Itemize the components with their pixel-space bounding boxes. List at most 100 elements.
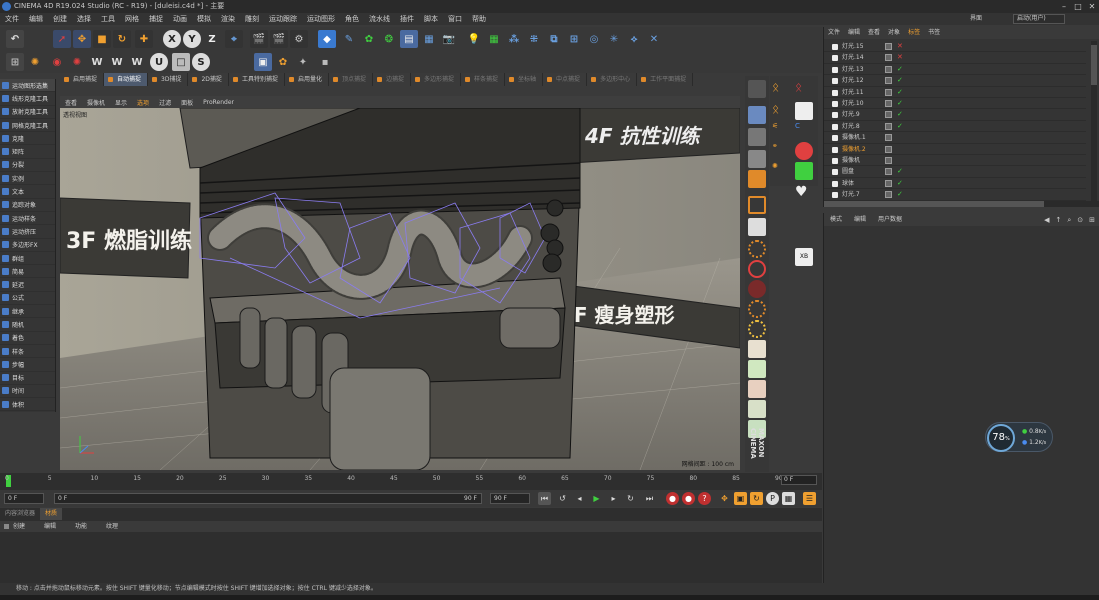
prev-key-icon[interactable]: ↺	[556, 492, 569, 505]
material-menu-item[interactable]: 功能	[62, 521, 93, 532]
menu-item[interactable]: 模拟	[192, 13, 216, 25]
polygons-mode-icon[interactable]: ✺	[68, 53, 86, 71]
object-row[interactable]: 灯光.14 ✕	[824, 52, 1086, 64]
timeline-ruler[interactable]: 0 5 10 15 20 25 30 35 40 45 50 55 60 65 70 75 80 85 90 0 F	[0, 473, 822, 490]
enable-status[interactable]: ✓	[897, 121, 903, 132]
snap-tab[interactable]: 边捕捉	[373, 73, 411, 86]
menu-item[interactable]: 渲染	[216, 13, 240, 25]
maximize-button[interactable]: □	[1071, 0, 1085, 13]
next-key-icon[interactable]: ↻	[624, 492, 637, 505]
record-icon[interactable]: ●	[666, 492, 679, 505]
minimize-button[interactable]: –	[1057, 0, 1071, 13]
play-icon[interactable]: ▶	[590, 492, 603, 505]
menu-item[interactable]: 捕捉	[144, 13, 168, 25]
go-to-start-icon[interactable]: ⏮	[538, 492, 551, 505]
material-menu-item[interactable]: 编辑	[31, 521, 62, 532]
deformer-icon[interactable]: ▤	[400, 30, 418, 48]
snap-tab[interactable]: 自动捕捉	[104, 73, 149, 86]
object-menu-item[interactable]: 对象	[884, 27, 904, 39]
object-row[interactable]: 摄像机.1	[824, 132, 1086, 144]
mograph-item[interactable]: 运动挤压	[0, 225, 55, 239]
bones-icon[interactable]: ⚟	[772, 122, 790, 140]
object-menu-item[interactable]: 编辑	[844, 27, 864, 39]
add-icon[interactable]: ✚	[135, 30, 153, 48]
object-row[interactable]: 灯光.8 ✓	[824, 121, 1086, 133]
perspective-viewport[interactable]: 3F 燃脂训练 4F 抗性训练 2F 瘦身塑形 透视视图 网格间距: 100 …	[60, 108, 740, 470]
menu-item[interactable]: 雕刻	[240, 13, 264, 25]
heart-icon[interactable]: ♥	[795, 184, 813, 202]
material-tab[interactable]: 材质	[40, 508, 63, 520]
visibility-toggle[interactable]	[885, 100, 892, 107]
mograph-item[interactable]: 着色	[0, 332, 55, 345]
timeline-window-icon[interactable]: ☰	[803, 492, 816, 505]
cube-light-icon[interactable]	[748, 150, 766, 168]
figure-orange-icon[interactable]: ᛟ	[772, 80, 790, 98]
enable-status[interactable]: ✕	[897, 41, 903, 52]
matrix-icon[interactable]: ⊞	[565, 30, 583, 48]
render-view-icon[interactable]: 🎬	[250, 30, 268, 48]
spline-pen-icon[interactable]: ✎	[340, 30, 358, 48]
object-row[interactable]: 灯光.15 ✕	[824, 41, 1086, 53]
panel-red-icon[interactable]	[748, 380, 766, 398]
mograph-item[interactable]: 样条	[0, 345, 55, 359]
menu-item[interactable]: 帮助	[467, 13, 491, 25]
sphere-red-icon[interactable]	[748, 280, 766, 298]
voronoi-icon[interactable]: ⟡	[625, 30, 643, 48]
key-param-icon[interactable]: P	[766, 492, 779, 505]
figure-yellow-icon[interactable]: ᛟ	[772, 102, 790, 120]
close-button[interactable]: ✕	[1085, 0, 1099, 13]
menu-item[interactable]: 运动图形	[302, 13, 340, 25]
visibility-toggle[interactable]	[885, 179, 892, 187]
back-arrow-icon[interactable]: ◀	[1044, 216, 1049, 225]
rotate-icon[interactable]: ↻	[113, 30, 131, 48]
up-arrow-icon[interactable]: ↑	[1055, 216, 1061, 225]
viewport-menu-item[interactable]: 面板	[176, 98, 198, 107]
object-menu-item[interactable]: 查看	[864, 27, 884, 39]
menu-item[interactable]: 文件	[0, 13, 24, 25]
figure-red-icon[interactable]: ᛟ	[795, 80, 813, 98]
mograph-item[interactable]: 步幅	[0, 358, 55, 372]
visibility-toggle[interactable]	[885, 77, 892, 85]
attribute-menu-item[interactable]: 用户数据	[872, 213, 908, 226]
camera-icon[interactable]: 📷	[440, 30, 458, 48]
object-scrollbar[interactable]	[1091, 41, 1097, 201]
search-icon[interactable]: ⌕	[1067, 216, 1071, 225]
key-scale-icon[interactable]: ▣	[734, 492, 747, 505]
viewport-menu-item[interactable]: 查看	[60, 98, 82, 107]
tracer-icon[interactable]: ✳	[605, 30, 623, 48]
menu-item[interactable]: 插件	[395, 13, 419, 25]
object-row[interactable]: 灯光.9 ✓	[824, 109, 1086, 121]
object-row[interactable]: 球体 ✓	[824, 178, 1086, 190]
mograph-item[interactable]: 延迟	[0, 278, 55, 292]
visibility-toggle[interactable]	[885, 122, 892, 130]
attribute-menu-item[interactable]: 模式	[824, 213, 848, 226]
plugin-w1-icon[interactable]: W	[88, 53, 106, 71]
snap-tab[interactable]: 坐标轴	[505, 73, 544, 86]
panel-green-icon[interactable]	[748, 360, 766, 378]
object-menu-item[interactable]: 书签	[924, 27, 944, 39]
enable-status[interactable]: ✓	[897, 87, 903, 98]
menu-item[interactable]: 创建	[48, 13, 72, 25]
layout-select[interactable]: 启动(用户)	[1013, 14, 1065, 24]
object-row[interactable]: 灯光.13 ✓	[824, 64, 1086, 76]
xb-icon[interactable]: XB	[795, 248, 813, 266]
viewport-menu-item[interactable]: 过滤	[154, 98, 176, 107]
grid-green-icon[interactable]: ▦	[485, 30, 503, 48]
next-frame-icon[interactable]: ▸	[607, 492, 620, 505]
visibility-toggle[interactable]	[885, 43, 892, 50]
enable-status[interactable]: ✓	[897, 189, 903, 200]
cube-grey-icon[interactable]	[748, 128, 766, 146]
viewport-menu-item[interactable]: 显示	[110, 98, 132, 107]
enable-status[interactable]: ✓	[897, 98, 903, 109]
object-row[interactable]: 圆盘 ✓	[824, 166, 1086, 178]
network-speed-widget[interactable]: 78% ● 0.8K/s ● 1.2K/s	[985, 422, 1053, 452]
cube-blue-icon[interactable]	[748, 106, 766, 124]
snap-tab[interactable]: 顶点捕捉	[329, 73, 373, 86]
mograph-item[interactable]: 矩阵	[0, 145, 55, 159]
lock-icon[interactable]: ▪	[316, 53, 334, 71]
visibility-toggle[interactable]	[885, 168, 892, 176]
object-row[interactable]: 摄像机.2	[824, 144, 1086, 155]
mograph-item[interactable]: 文本	[0, 185, 55, 199]
mograph-item[interactable]: 多边形FX	[0, 239, 55, 252]
snap-tab[interactable]: 启用捕捉	[60, 73, 105, 86]
